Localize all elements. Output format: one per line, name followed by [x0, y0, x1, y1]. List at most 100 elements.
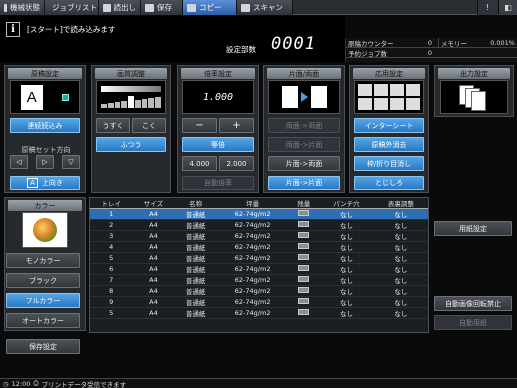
density-title[interactable]: 画質調整 — [95, 68, 167, 79]
apply-title[interactable]: 応用設定 — [353, 68, 425, 79]
tray-cell: 3 — [90, 230, 133, 242]
auto-paper-button[interactable]: 自動用紙 — [434, 315, 512, 330]
tray-cell: なし — [319, 241, 374, 253]
zoom-preview[interactable]: 1.000 — [182, 80, 254, 114]
direction-right-button[interactable]: ▷ — [36, 155, 54, 169]
density-light-button[interactable]: うすく — [96, 118, 130, 133]
tray-row[interactable]: 1 A4 普通紙 62-74g/m2 なし なし — [90, 208, 428, 220]
tray-row[interactable]: 4 A4 普通紙 62-74g/m2 なし なし — [90, 241, 428, 253]
tab-machine[interactable]: 機械状態 — [0, 0, 45, 15]
density-normal-button[interactable]: ふつう — [96, 137, 166, 152]
continuous-scan-button[interactable]: 連続読込み — [10, 118, 80, 133]
original-page-icon: A — [20, 84, 43, 110]
color-title[interactable]: カラー — [8, 200, 82, 211]
paper-level-icon — [298, 221, 310, 227]
tray-cell: A4 — [132, 252, 175, 264]
tray-row[interactable]: 9 A4 普通紙 62-74g/m2 なし なし — [90, 296, 428, 308]
tray-cell: なし — [319, 296, 374, 308]
tray-cell: 62-74g/m2 — [216, 263, 289, 275]
tray-row[interactable]: 6 A4 普通紙 62-74g/m2 なし なし — [90, 263, 428, 275]
paper-level-icon — [298, 254, 310, 260]
zoom-preset-2-button[interactable]: 2.000 — [219, 156, 254, 171]
interleave-button[interactable]: インターシート — [354, 118, 424, 133]
auto-color-button[interactable]: オートカラー — [6, 313, 80, 328]
alert-icon-button[interactable]: ! — [477, 0, 497, 15]
tab-copy[interactable]: コピー — [183, 0, 237, 15]
status-time: 12:00 — [11, 379, 31, 388]
tray-row[interactable]: 3 A4 普通紙 62-74g/m2 なし なし — [90, 230, 428, 242]
tray-cell — [288, 285, 320, 297]
black-button[interactable]: ブラック — [6, 273, 80, 288]
memory-label: メモリー — [438, 37, 478, 48]
direction-left-button[interactable]: ◁ — [10, 155, 28, 169]
density-dark-button[interactable]: こく — [132, 118, 166, 133]
memory-value: 0.001% — [490, 38, 515, 47]
tab-job-list[interactable]: ジョブリスト — [45, 0, 99, 15]
tab-label: コピー — [199, 3, 222, 12]
duplex-preview[interactable] — [268, 80, 340, 114]
save-settings-button[interactable]: 保存設定 — [6, 339, 80, 354]
mono-color-button[interactable]: モノカラー — [6, 253, 80, 268]
tab-save[interactable]: 保存 — [141, 0, 183, 15]
tray-cell: 62-74g/m2 — [216, 307, 289, 319]
counter-panel: 原稿カウンター 0 メモリー 0.001% 予約ジョブ数 0 — [345, 37, 517, 62]
zoom-plus-button[interactable]: + — [219, 118, 254, 133]
set-count-value[interactable]: 0001 — [271, 34, 316, 54]
duplex-d2s-button[interactable]: 両面->片面 — [268, 137, 340, 152]
direction-up-button[interactable]: A 上向き — [10, 176, 80, 190]
tray-cell: なし — [373, 296, 428, 308]
duplex-title[interactable]: 片面/両面 — [267, 68, 341, 79]
binding-margin-button[interactable]: とじしろ — [354, 176, 424, 190]
original-preview[interactable]: A — [10, 80, 80, 114]
tray-row[interactable]: 5 A4 普通紙 62-74g/m2 なし なし — [90, 307, 428, 319]
apply-preview[interactable] — [354, 80, 424, 114]
frame-erase-button[interactable]: 原稿外消去 — [354, 137, 424, 152]
tray-cell: 62-74g/m2 — [216, 252, 289, 264]
tray-cell — [288, 307, 320, 319]
paper-level-icon — [298, 232, 310, 238]
zoom-preset-1-button[interactable]: 4.000 — [182, 156, 217, 171]
tray-cell: 普通紙 — [174, 307, 217, 319]
zoom-title[interactable]: 倍率設定 — [181, 68, 255, 79]
tray-cell: A4 — [132, 241, 175, 253]
tray-cell: 1 — [90, 208, 133, 220]
tray-row[interactable]: 2 A4 普通紙 62-74g/m2 なし なし — [90, 219, 428, 231]
original-settings-title[interactable]: 原稿設定 — [8, 68, 82, 79]
duplex-s2d-button[interactable]: 片面->両面 — [268, 156, 340, 171]
duplex-d2d-button[interactable]: 両面->両面 — [268, 118, 340, 133]
zoom-equal-button[interactable]: 等倍 — [182, 137, 254, 152]
direction-down-button[interactable]: ▽ — [62, 155, 80, 169]
tray-row[interactable]: 7 A4 普通紙 62-74g/m2 なし なし — [90, 274, 428, 286]
menu-icon-button[interactable]: ◧ — [498, 0, 517, 15]
tray-cell: なし — [373, 285, 428, 297]
paper-level-icon — [298, 309, 310, 315]
tray-cell: なし — [319, 252, 374, 264]
paper-settings-button[interactable]: 用紙設定 — [434, 221, 512, 236]
duplex-s2s-button[interactable]: 片面->片面 — [268, 176, 340, 190]
output-title[interactable]: 出力設定 — [438, 68, 510, 79]
tray-cell — [288, 274, 320, 286]
tray-cell: 普通紙 — [174, 263, 217, 275]
density-scale — [101, 96, 162, 108]
paper-tray-list: トレイ サイズ 名称 坪量 残量 パンチ穴 表裏調整 1 A4 普通紙 62-74g/m2 なし なし… — [89, 197, 429, 333]
color-preview[interactable] — [22, 212, 68, 248]
paper-level-icon — [298, 265, 310, 271]
tab-scan[interactable]: スキャン — [237, 0, 293, 15]
zoom-minus-button[interactable]: − — [182, 118, 217, 133]
tray-row[interactable]: 8 A4 普通紙 62-74g/m2 なし なし — [90, 285, 428, 297]
tray-cell — [288, 252, 320, 264]
auto-zoom-button[interactable]: 自動倍率 — [182, 176, 254, 190]
top-tab-bar: 機械状態 ジョブリスト 読出し 保存 コピー スキャン — [0, 0, 517, 15]
density-preview[interactable] — [96, 80, 166, 114]
direction-up-icon: A — [27, 178, 38, 188]
tab-recall[interactable]: 読出し — [99, 0, 141, 15]
full-color-button[interactable]: フルカラー — [6, 293, 80, 308]
auto-rotate-off-button[interactable]: 自動画像回転禁止 — [434, 296, 512, 311]
paper-level-icon — [298, 276, 310, 282]
output-preview[interactable] — [440, 80, 508, 114]
copy-icon — [187, 3, 196, 12]
tray-cell — [288, 263, 320, 275]
tray-row[interactable]: 5 A4 普通紙 62-74g/m2 なし なし — [90, 252, 428, 264]
fold-erase-button[interactable]: 枠/折り目消し — [354, 156, 424, 171]
tray-cell: なし — [373, 208, 428, 220]
